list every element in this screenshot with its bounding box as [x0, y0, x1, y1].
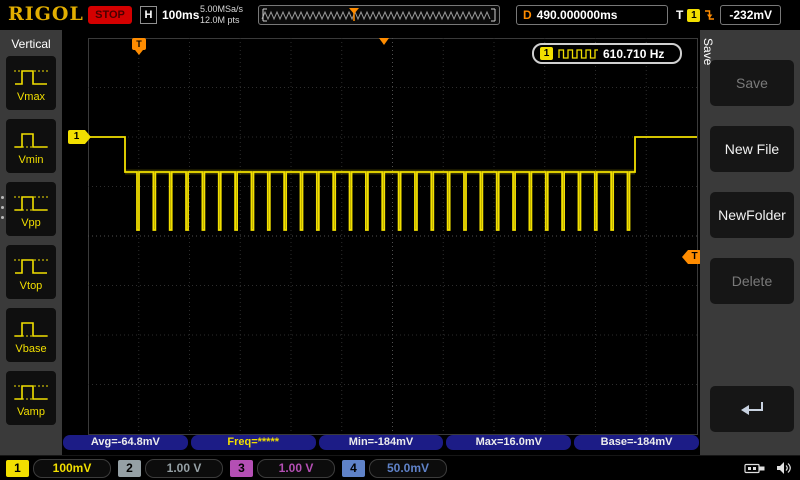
horizontal-label: H — [140, 6, 157, 24]
menu-item-vbase[interactable]: Vbase — [6, 308, 56, 362]
channel-status-bar: 1 100mV 2 1.00 V 3 1.00 V 4 50.0mV — [0, 455, 800, 480]
measurement-item-0: Avg=-64.8mV — [63, 435, 188, 450]
menu-item-label: Vbase — [15, 343, 46, 355]
right-menu-item-2[interactable]: NewFolder — [710, 192, 794, 238]
counter-value: 610.710 Hz — [603, 47, 664, 61]
acquisition-info: 5.00MSa/s 12.0M pts — [200, 4, 243, 26]
delay-value: 490.000000ms — [537, 8, 618, 22]
channel-2-scale: 1.00 V — [145, 459, 223, 478]
memory-depth: 12.0M pts — [200, 15, 243, 26]
overview-waveform-icon — [259, 6, 499, 24]
vpp-icon — [13, 190, 49, 216]
channel-1-tag: 1 — [6, 460, 29, 477]
button-label: New File — [725, 141, 779, 157]
channel-3-tag: 3 — [230, 460, 253, 477]
delay-readout[interactable]: D 490.000000ms — [516, 5, 668, 25]
measurement-item-2: Min=-184mV — [319, 435, 444, 450]
channel1-position-marker[interactable]: 1 — [68, 130, 85, 144]
waveform-display: 1 T T 1 610.710 Hz Avg=-64.8mV Freq=****… — [62, 30, 700, 455]
measurement-results-bar: Avg=-64.8mV Freq=***** Min=-184mV Max=16… — [63, 435, 699, 450]
channel-4-tag: 4 — [342, 460, 365, 477]
frequency-counter: 1 610.710 Hz — [532, 43, 682, 64]
graticule-and-waveform — [62, 30, 700, 455]
run-state-badge[interactable]: STOP — [88, 6, 132, 24]
menu-item-label: Vamp — [17, 406, 45, 418]
counter-source-badge: 1 — [540, 47, 553, 60]
menu-item-vmax[interactable]: Vmax — [6, 56, 56, 110]
screen-center-marker — [379, 38, 389, 45]
measurement-item-1: Freq=***** — [191, 435, 316, 450]
vbase-icon — [13, 316, 49, 342]
menu-item-vtop[interactable]: Vtop — [6, 245, 56, 299]
status-bar: RIGOL STOP H 100ms 5.00MSa/s 12.0M pts D… — [0, 0, 800, 30]
pulse-train-icon — [558, 48, 598, 60]
menu-item-vmin[interactable]: Vmin — [6, 119, 56, 173]
trigger-position-marker[interactable]: T — [132, 38, 146, 50]
channel-4-scale: 50.0mV — [369, 459, 447, 478]
waveform-overview — [258, 5, 500, 25]
speaker-icon — [776, 461, 792, 475]
menu-item-label: Vpp — [21, 217, 41, 229]
trigger-label: T — [676, 8, 683, 22]
vmin-icon — [13, 127, 49, 153]
vamp-icon — [13, 379, 49, 405]
status-icons — [744, 461, 792, 475]
right-menu-item-3[interactable]: Delete — [710, 258, 794, 304]
measure-menu-panel: Vertical Vmax Vmin Vpp Vtop Vbase Vamp — [0, 30, 62, 455]
button-label: Save — [736, 75, 768, 91]
menu-item-label: Vtop — [20, 280, 43, 292]
button-label: NewFolder — [718, 207, 786, 223]
right-menu-item-0[interactable]: Save — [710, 60, 794, 106]
return-arrow-icon — [738, 399, 766, 419]
measurement-item-4: Base=-184mV — [574, 435, 699, 450]
right-menu-item-1[interactable]: New File — [710, 126, 794, 172]
menu-item-label: Vmin — [18, 154, 43, 166]
channel-2-tag: 2 — [118, 460, 141, 477]
sample-rate: 5.00MSa/s — [200, 4, 243, 15]
oscilloscope-screen: RIGOL STOP H 100ms 5.00MSa/s 12.0M pts D… — [0, 0, 800, 480]
menu-item-vamp[interactable]: Vamp — [6, 371, 56, 425]
channel-1-status[interactable]: 1 100mV — [6, 459, 111, 478]
channel-3-status[interactable]: 3 1.00 V — [230, 459, 335, 478]
trigger-readout: T 1 -232mV — [676, 5, 781, 25]
measure-category-title: Vertical — [0, 37, 62, 51]
menu-item-label: Vmax — [17, 91, 45, 103]
soft-menu-panel: Save Save New File NewFolder Delete — [700, 30, 800, 455]
delay-label: D — [523, 8, 532, 22]
button-label: Delete — [732, 273, 772, 289]
trigger-source-badge: 1 — [687, 9, 700, 22]
vmax-icon — [13, 64, 49, 90]
menu-item-vpp[interactable]: Vpp — [6, 182, 56, 236]
usb-icon — [744, 462, 766, 475]
channel-4-status[interactable]: 4 50.0mV — [342, 459, 447, 478]
measurement-item-3: Max=16.0mV — [446, 435, 571, 450]
trigger-level-value[interactable]: -232mV — [720, 5, 781, 25]
vtop-icon — [13, 253, 49, 279]
channel-2-status[interactable]: 2 1.00 V — [118, 459, 223, 478]
timebase-value[interactable]: 100ms — [162, 6, 199, 24]
back-button[interactable] — [710, 386, 794, 432]
rigol-logo: RIGOL — [8, 3, 84, 25]
falling-edge-icon — [704, 8, 716, 22]
channel-1-scale: 100mV — [33, 459, 111, 478]
channel-3-scale: 1.00 V — [257, 459, 335, 478]
page-indicator-dots — [1, 196, 4, 219]
